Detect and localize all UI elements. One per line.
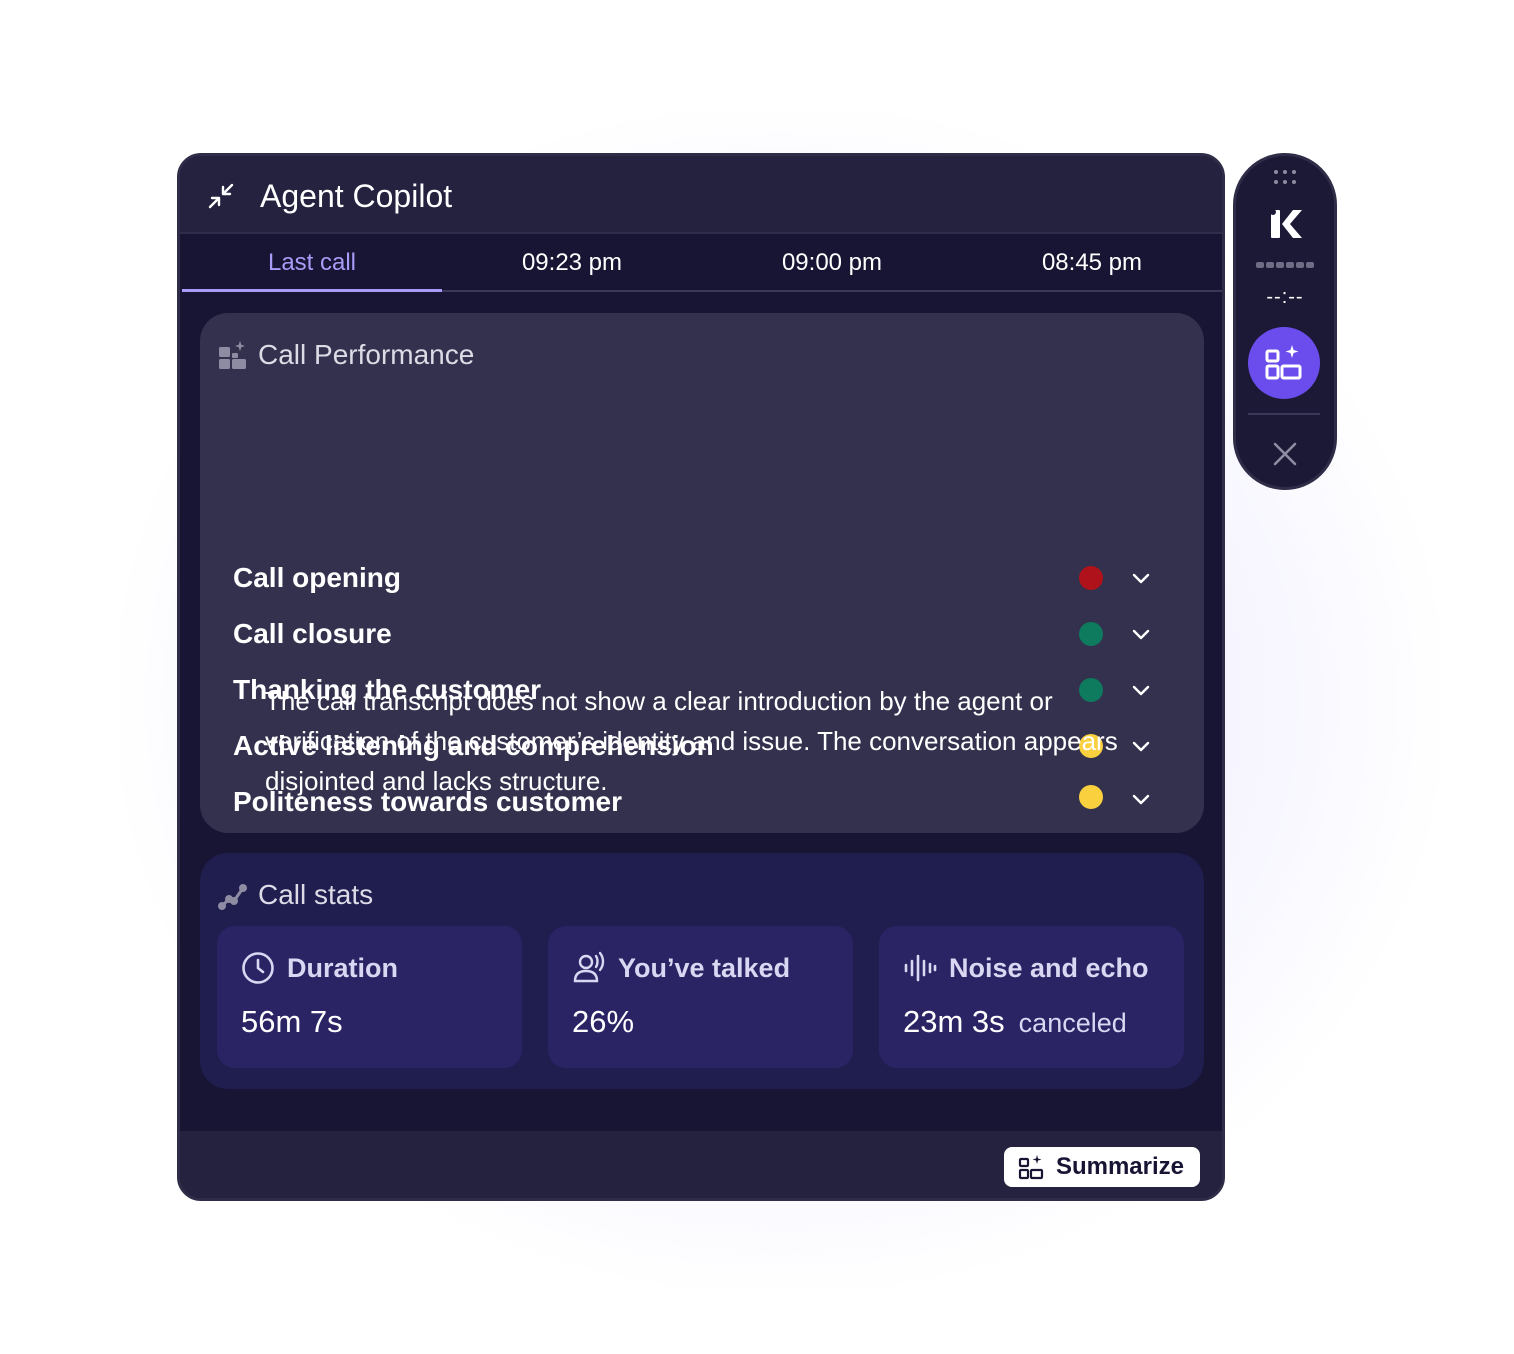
perf-item-call-closure[interactable]: Call closure <box>233 614 1173 654</box>
logo-icon <box>1270 209 1302 238</box>
stat-talked-value: 26% <box>572 1004 635 1039</box>
side-dock: --:-- <box>1233 153 1337 490</box>
call-stats-header: Call stats <box>218 877 373 913</box>
tab-0900pm[interactable]: 09:00 pm <box>702 234 962 290</box>
ai-widgets-icon <box>1018 1155 1044 1180</box>
stat-noise: Noise and echo 23m 3s canceled <box>879 926 1184 1068</box>
perf-item-label: Call closure <box>233 618 392 649</box>
status-dot <box>1079 622 1103 646</box>
perf-item-label: Call opening <box>233 562 401 593</box>
close-icon[interactable] <box>1272 441 1298 467</box>
call-stats-title: Call stats <box>258 879 374 910</box>
chevron-down-icon[interactable] <box>1129 622 1153 646</box>
dash-indicator <box>1256 262 1314 268</box>
tab-0923pm[interactable]: 09:23 pm <box>442 234 702 290</box>
stat-duration: Duration 56m 7s <box>217 926 522 1068</box>
speaking-icon <box>573 951 605 983</box>
call-performance-header: Call Performance <box>218 337 474 373</box>
soundwave-icon <box>904 954 937 982</box>
panel-footer: Summarize <box>180 1131 1222 1198</box>
copilot-toggle-button[interactable] <box>1248 327 1320 399</box>
stat-duration-value: 56m 7s <box>241 1004 343 1039</box>
chart-line-icon <box>218 884 247 910</box>
chevron-down-icon[interactable] <box>1129 566 1153 590</box>
grip-icon[interactable] <box>1272 168 1298 186</box>
summarize-label: Summarize <box>1055 1153 1184 1180</box>
tab-bar: Last call 09:23 pm 09:00 pm 08:45 pm <box>182 234 1222 292</box>
panel-header: Agent Copilot <box>180 156 1222 234</box>
tab-0845pm[interactable]: 08:45 pm <box>962 234 1222 290</box>
chevron-down-icon[interactable] <box>1129 787 1153 811</box>
stat-noise-value-line: 23m 3s canceled <box>903 1004 1127 1040</box>
status-dot <box>1079 566 1103 590</box>
ai-widgets-icon <box>219 341 246 369</box>
page-title: Agent Copilot <box>260 178 453 214</box>
chevron-down-icon[interactable] <box>1129 734 1153 758</box>
perf-item-description: The call transcript does not show a clea… <box>265 686 1118 796</box>
call-performance-card: Call Performance Call opening Call closu… <box>200 313 1204 833</box>
summarize-button[interactable]: Summarize <box>1003 1147 1200 1187</box>
clock-icon <box>242 952 274 984</box>
stat-talked: You’ve talked 26% <box>548 926 853 1068</box>
tab-last-call[interactable]: Last call <box>182 234 442 292</box>
call-timer: --:-- <box>1266 286 1304 308</box>
stat-noise-label: Noise and echo <box>949 952 1149 983</box>
stat-noise-sub: canceled <box>1018 1008 1127 1038</box>
call-stats-card: Call stats Duration 56m 7s You’ve talked… <box>200 853 1204 1089</box>
dock-divider <box>1248 413 1320 415</box>
perf-item-call-opening[interactable]: Call opening <box>233 558 1173 598</box>
ai-widgets-icon <box>1265 345 1302 380</box>
chevron-down-icon[interactable] <box>1129 678 1153 702</box>
call-performance-title: Call Performance <box>258 339 475 370</box>
agent-copilot-panel: Agent Copilot Last call 09:23 pm 09:00 p… <box>177 153 1225 1201</box>
collapse-icon[interactable] <box>207 182 235 210</box>
stat-duration-label: Duration <box>287 952 398 983</box>
stat-talked-label: You’ve talked <box>618 952 791 983</box>
stat-noise-value: 23m 3s <box>903 1004 1005 1039</box>
